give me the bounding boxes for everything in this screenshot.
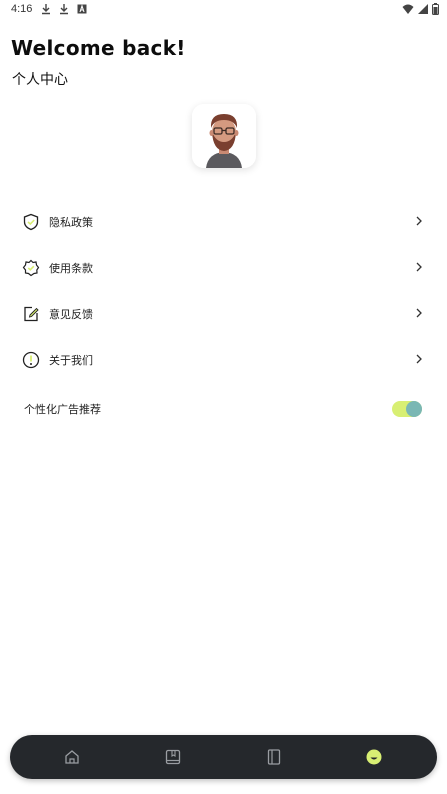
status-bar: 4:16	[0, 0, 447, 20]
avatar-man-beard-icon	[192, 104, 256, 168]
menu-item-label: 使用条款	[49, 262, 93, 275]
download-icon	[60, 4, 68, 15]
chevron-right-icon	[416, 308, 422, 318]
personalized-ads-toggle[interactable]	[392, 401, 422, 417]
nav-book[interactable]	[163, 747, 183, 767]
info-icon	[22, 351, 40, 369]
bottom-nav	[10, 735, 437, 779]
nav-home[interactable]	[62, 747, 82, 767]
status-time: 4:16	[11, 3, 33, 15]
book-icon	[165, 749, 181, 765]
status-left-icons	[40, 3, 88, 15]
edit-note-icon	[24, 306, 39, 322]
avatar[interactable]	[192, 104, 256, 168]
page-subtitle: 个人中心	[12, 72, 68, 88]
a-icon	[77, 4, 87, 14]
menu-item-feedback[interactable]: 意见反馈	[22, 296, 428, 332]
battery-icon	[432, 3, 439, 15]
signal-icon	[418, 4, 428, 14]
download-icon	[42, 4, 50, 15]
notebook-icon	[267, 749, 281, 765]
personalized-ads-label: 个性化广告推荐	[24, 403, 101, 416]
welcome-title: Welcome back!	[11, 36, 186, 60]
nav-notebook[interactable]	[264, 747, 284, 767]
home-icon	[65, 750, 79, 764]
chevron-right-icon	[416, 216, 422, 226]
menu-item-privacy-policy[interactable]: 隐私政策	[22, 204, 428, 240]
toggle-knob	[406, 401, 422, 417]
wifi-icon	[402, 4, 414, 14]
shield-icon	[23, 213, 39, 231]
menu-item-label: 关于我们	[49, 354, 93, 367]
menu-item-label: 隐私政策	[49, 216, 93, 229]
personalized-ads-row: 个性化广告推荐	[24, 393, 424, 425]
profile-icon	[366, 749, 382, 765]
status-right-icons	[402, 3, 439, 15]
badge-icon	[22, 259, 40, 277]
menu-item-about-us[interactable]: 关于我们	[22, 342, 428, 378]
menu-item-label: 意见反馈	[49, 308, 93, 321]
menu-item-terms-of-use[interactable]: 使用条款	[22, 250, 428, 286]
nav-profile[interactable]	[364, 747, 384, 767]
chevron-right-icon	[416, 262, 422, 272]
chevron-right-icon	[416, 354, 422, 364]
